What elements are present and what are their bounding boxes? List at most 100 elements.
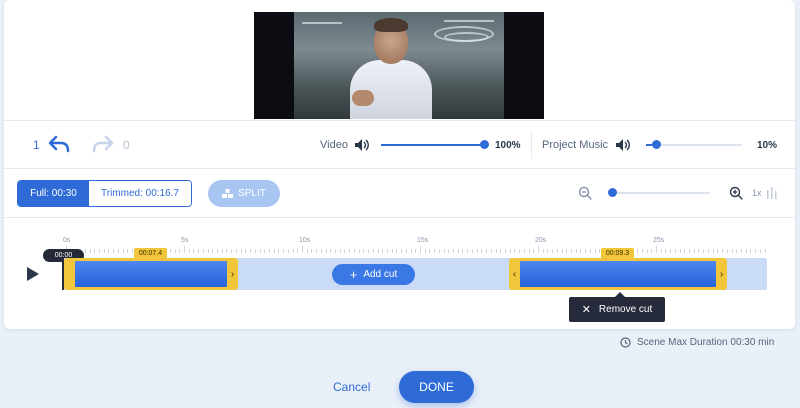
speaker-icon[interactable] bbox=[615, 138, 631, 152]
ruler-tick bbox=[410, 249, 412, 253]
split-button[interactable]: SPLIT bbox=[208, 180, 280, 207]
ruler-tick bbox=[344, 249, 346, 253]
redo-count: 0 bbox=[123, 138, 130, 152]
undo-count: 1 bbox=[33, 138, 40, 152]
trimmed-duration-tab[interactable]: Trimmed: 00:16.7 bbox=[89, 181, 191, 206]
ruler-tick bbox=[415, 249, 417, 253]
ruler-tick bbox=[396, 249, 398, 253]
cancel-button[interactable]: Cancel bbox=[333, 380, 370, 394]
ruler-tick bbox=[358, 249, 360, 253]
ruler-label: 0s bbox=[63, 237, 71, 244]
ruler-tick bbox=[698, 249, 700, 253]
ruler-tick bbox=[372, 249, 374, 253]
scene-max-duration: Scene Max Duration 00:30 min bbox=[620, 337, 774, 348]
zoom-slider[interactable] bbox=[612, 192, 710, 194]
ruler-tick bbox=[457, 249, 459, 253]
ruler-tick bbox=[731, 249, 733, 253]
clip-1-duration: 00:07.4 bbox=[134, 248, 167, 259]
video-frame-image bbox=[294, 12, 504, 119]
clip-1-start-handle[interactable] bbox=[64, 258, 75, 290]
ruler-tick bbox=[443, 249, 445, 253]
ruler-tick bbox=[349, 249, 351, 253]
ruler-tick bbox=[297, 249, 299, 253]
full-duration-tab[interactable]: Full: 00:30 bbox=[18, 181, 89, 206]
ruler-tick bbox=[523, 249, 525, 253]
ruler-tick bbox=[268, 249, 270, 253]
ruler-tick bbox=[240, 249, 242, 253]
ruler-tick bbox=[254, 249, 256, 253]
ruler-tick bbox=[335, 249, 337, 253]
clip-2-end-handle[interactable]: › bbox=[716, 258, 727, 290]
ruler-tick bbox=[283, 249, 285, 253]
zoom-out-icon[interactable] bbox=[578, 186, 592, 200]
add-cut-label: Add cut bbox=[363, 269, 398, 280]
ruler-tick bbox=[122, 249, 124, 253]
clip-1-end-handle[interactable]: › bbox=[227, 258, 238, 290]
ruler-tick bbox=[89, 249, 91, 253]
scene-max-duration-text: Scene Max Duration 00:30 min bbox=[637, 337, 775, 348]
ruler-tick bbox=[561, 249, 563, 253]
remove-cut-tooltip[interactable]: ✕ Remove cut bbox=[569, 292, 665, 322]
ruler-tick bbox=[471, 249, 473, 253]
ruler-tick bbox=[179, 249, 181, 253]
ruler-tick bbox=[84, 249, 86, 253]
play-icon[interactable] bbox=[26, 266, 40, 282]
ruler-tick bbox=[325, 249, 327, 253]
ruler-tick bbox=[528, 249, 530, 253]
zoom-in-icon[interactable] bbox=[729, 186, 743, 200]
ruler-tick bbox=[103, 249, 105, 253]
ruler-tick bbox=[547, 249, 549, 253]
ruler-tick bbox=[273, 249, 275, 253]
ruler-tick bbox=[533, 249, 535, 253]
done-button[interactable]: DONE bbox=[399, 371, 474, 403]
ruler-tick bbox=[712, 249, 714, 253]
ruler-tick bbox=[250, 249, 252, 253]
ruler-tick bbox=[453, 249, 455, 253]
ruler-tick bbox=[94, 249, 96, 253]
ruler-tick bbox=[726, 249, 728, 253]
ruler-tick bbox=[368, 249, 370, 253]
music-volume-knob[interactable] bbox=[651, 140, 661, 149]
ruler-tick bbox=[707, 249, 709, 253]
ruler-label: 5s bbox=[181, 237, 189, 244]
zoom-level: 1x bbox=[752, 188, 762, 198]
add-cut-button[interactable]: + Add cut bbox=[332, 264, 415, 285]
undo-icon[interactable] bbox=[48, 135, 70, 153]
ruler-tick bbox=[174, 249, 176, 253]
ruler-tick bbox=[169, 249, 171, 253]
ruler-tick bbox=[542, 249, 544, 253]
ruler-tick bbox=[519, 249, 521, 253]
ruler-tick bbox=[486, 249, 488, 253]
ruler-label: 10s bbox=[299, 237, 311, 244]
ruler-tick bbox=[401, 249, 403, 253]
clip-2[interactable]: ‹ › bbox=[509, 258, 727, 290]
ruler-tick bbox=[660, 249, 662, 253]
video-volume-label: Video bbox=[320, 139, 348, 151]
duration-toggle: Full: 00:30 Trimmed: 00:16.7 bbox=[17, 180, 192, 207]
ruler-tick bbox=[594, 249, 596, 253]
redo-icon[interactable] bbox=[92, 135, 114, 153]
ruler-tick bbox=[575, 249, 577, 253]
video-volume-knob[interactable] bbox=[480, 140, 489, 149]
speaker-icon[interactable] bbox=[354, 138, 370, 152]
ruler-tick bbox=[462, 249, 464, 253]
playhead[interactable] bbox=[62, 258, 64, 290]
ruler-tick bbox=[504, 249, 506, 253]
vertical-divider bbox=[531, 131, 532, 159]
ruler-tick bbox=[113, 249, 115, 253]
clip-1[interactable]: › bbox=[64, 258, 238, 290]
ruler-tick bbox=[198, 249, 200, 253]
clip-2-start-handle[interactable]: ‹ bbox=[509, 258, 520, 290]
ruler-tick bbox=[538, 246, 539, 253]
ruler-tick bbox=[670, 249, 672, 253]
ruler-tick bbox=[438, 249, 440, 253]
divider bbox=[4, 120, 795, 121]
video-preview[interactable] bbox=[254, 12, 544, 119]
ruler-tick bbox=[722, 249, 724, 253]
zoom-knob[interactable] bbox=[608, 188, 617, 197]
audio-bars-icon bbox=[767, 187, 777, 199]
ruler-tick bbox=[382, 249, 384, 253]
ruler-label: 25s bbox=[653, 237, 665, 244]
ruler-tick bbox=[245, 249, 247, 253]
ruler-tick bbox=[481, 249, 483, 253]
